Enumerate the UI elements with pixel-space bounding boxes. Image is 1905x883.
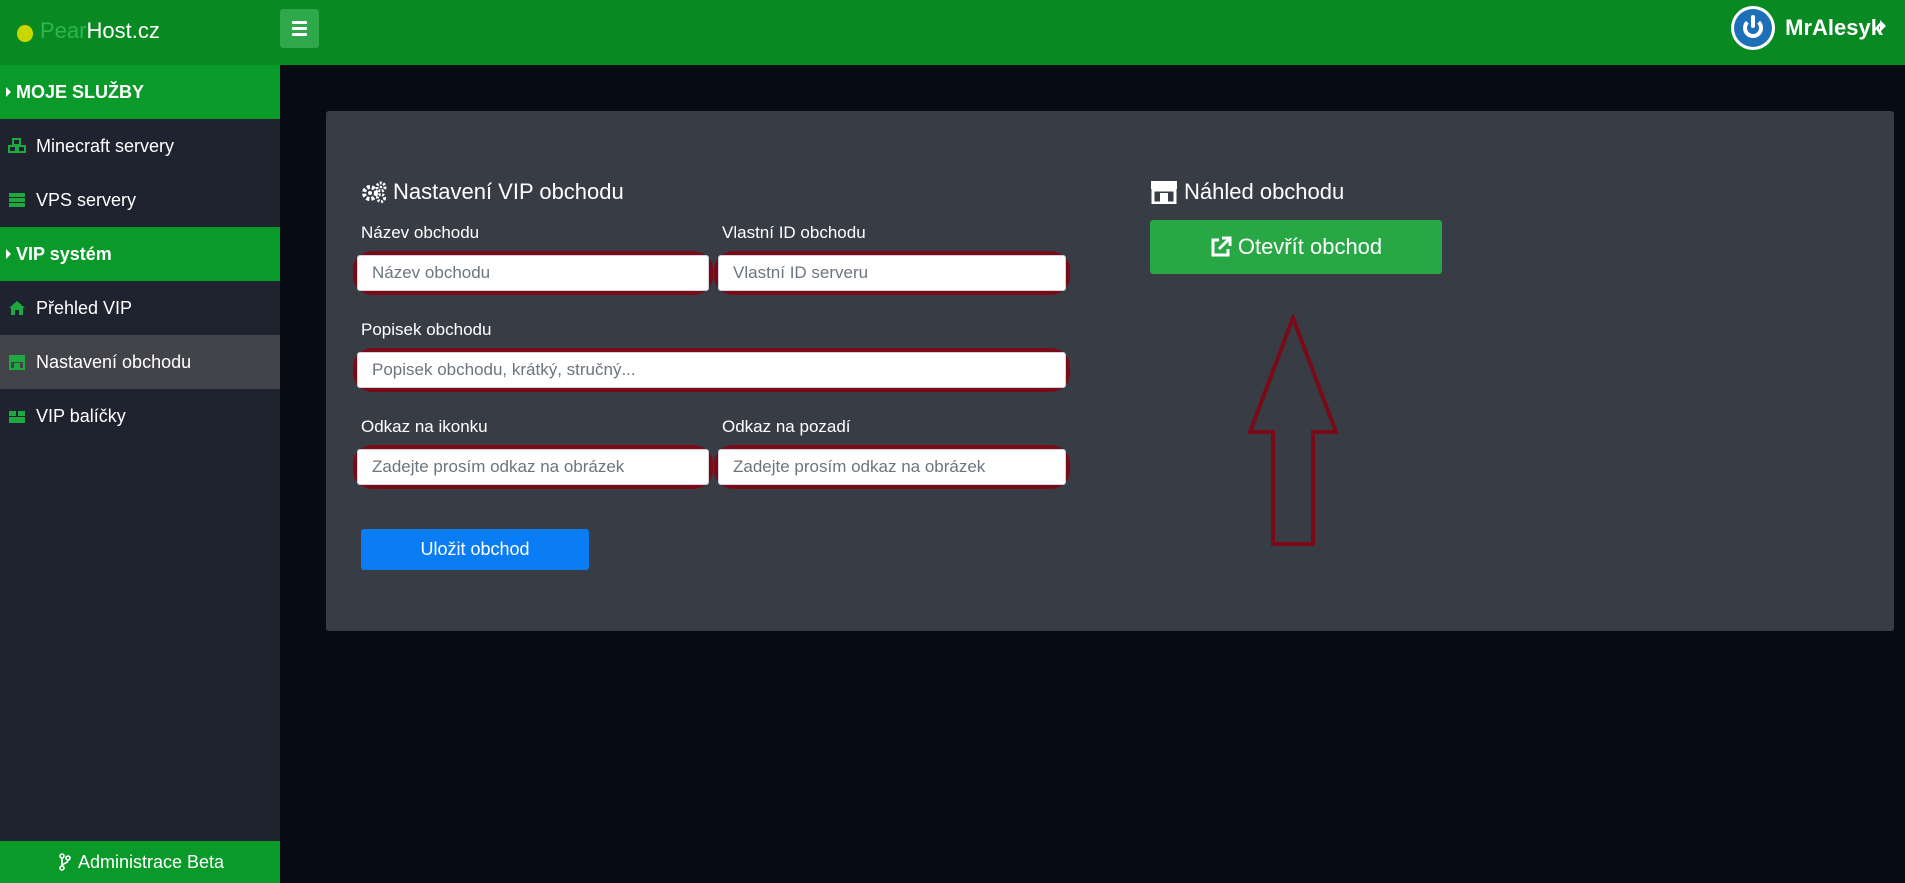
shop-description-highlight — [353, 348, 1070, 392]
cogs-icon — [361, 181, 387, 203]
background-link-input[interactable] — [718, 449, 1066, 485]
brand-logo[interactable]: Pear Host.cz — [16, 16, 160, 46]
shop-description-input[interactable] — [357, 352, 1066, 388]
sidebar-item-nastaveni-obchodu[interactable]: Nastavení obchodu — [0, 335, 280, 389]
arrow-up-annotation — [1247, 314, 1339, 546]
sidebar-item-label: Nastavení obchodu — [36, 351, 192, 372]
brand-host-text: Host.cz — [86, 18, 160, 43]
boxes-icon — [8, 408, 26, 424]
shop-name-label: Název obchodu — [361, 223, 480, 242]
settings-title-text: Nastavení VIP obchodu — [393, 179, 624, 204]
brand-pear-text: Pear — [40, 18, 87, 43]
hamburger-icon — [292, 21, 307, 24]
open-shop-label: Otevřít obchod — [1237, 234, 1383, 259]
sidebar-section-label: VIP systém — [16, 243, 112, 264]
cubes-icon — [8, 138, 26, 154]
sidebar-section-vip-system[interactable]: VIP systém — [0, 227, 280, 281]
shop-id-highlight — [714, 251, 1070, 295]
sidebar-item-label: VIP balíčky — [36, 405, 126, 426]
sidebar-section-label: MOJE SLUŽBY — [16, 81, 145, 102]
shop-name-input[interactable] — [357, 255, 709, 291]
shop-id-input[interactable] — [718, 255, 1066, 291]
icon-link-input[interactable] — [357, 449, 709, 485]
open-shop-button[interactable]: Otevřít obchod — [1150, 220, 1442, 274]
background-link-highlight — [714, 445, 1070, 489]
server-icon — [8, 192, 26, 208]
store-icon — [8, 354, 26, 370]
caret-right-icon[interactable] — [1880, 20, 1886, 32]
home-icon — [8, 300, 26, 316]
sidebar-item-label: Minecraft servery — [36, 135, 175, 156]
sidebar: MOJE SLUŽBY Minecraft servery VPS server… — [0, 65, 280, 883]
external-link-icon — [1210, 236, 1232, 258]
shop-id-label: Vlastní ID obchodu — [722, 223, 866, 242]
sidebar-item-minecraft[interactable]: Minecraft servery — [0, 119, 280, 173]
shop-name-highlight — [353, 251, 713, 295]
sidebar-footer-label: Administrace Beta — [77, 851, 225, 872]
code-branch-icon — [56, 853, 74, 871]
icon-link-highlight — [353, 445, 713, 489]
top-navbar: Pear Host.cz MrAlesyk — [0, 0, 1905, 65]
sidebar-item-vps[interactable]: VPS servery — [0, 173, 280, 227]
sidebar-section-moje-sluzby[interactable]: MOJE SLUŽBY — [0, 65, 280, 119]
sidebar-item-label: VPS servery — [36, 189, 137, 210]
preview-title: Náhled obchodu — [1150, 179, 1344, 205]
pear-icon — [16, 19, 34, 42]
sidebar-footer-administrace[interactable]: Administrace Beta — [0, 841, 280, 883]
background-link-label: Odkaz na pozadí — [722, 417, 851, 436]
power-icon — [1734, 9, 1773, 47]
avatar[interactable] — [1731, 6, 1776, 50]
menu-toggle-button[interactable] — [280, 9, 319, 48]
save-shop-button[interactable]: Uložit obchod — [361, 529, 589, 570]
sidebar-item-vip-balicky[interactable]: VIP balíčky — [0, 389, 280, 443]
icon-link-label: Odkaz na ikonku — [361, 417, 488, 436]
sidebar-item-prehled-vip[interactable]: Přehled VIP — [0, 281, 280, 335]
preview-title-text: Náhled obchodu — [1184, 179, 1345, 204]
store-icon — [1150, 180, 1178, 204]
caret-right-icon — [6, 87, 11, 97]
caret-right-icon — [6, 249, 11, 259]
shop-description-label: Popisek obchodu — [361, 320, 492, 339]
user-menu[interactable]: MrAlesyk — [1731, 0, 1905, 56]
sidebar-item-label: Přehled VIP — [36, 297, 133, 318]
shop-settings-card: Nastavení VIP obchodu Název obchodu Vlas… — [326, 111, 1894, 631]
settings-title: Nastavení VIP obchodu — [361, 179, 624, 205]
username[interactable]: MrAlesyk — [1785, 15, 1883, 41]
